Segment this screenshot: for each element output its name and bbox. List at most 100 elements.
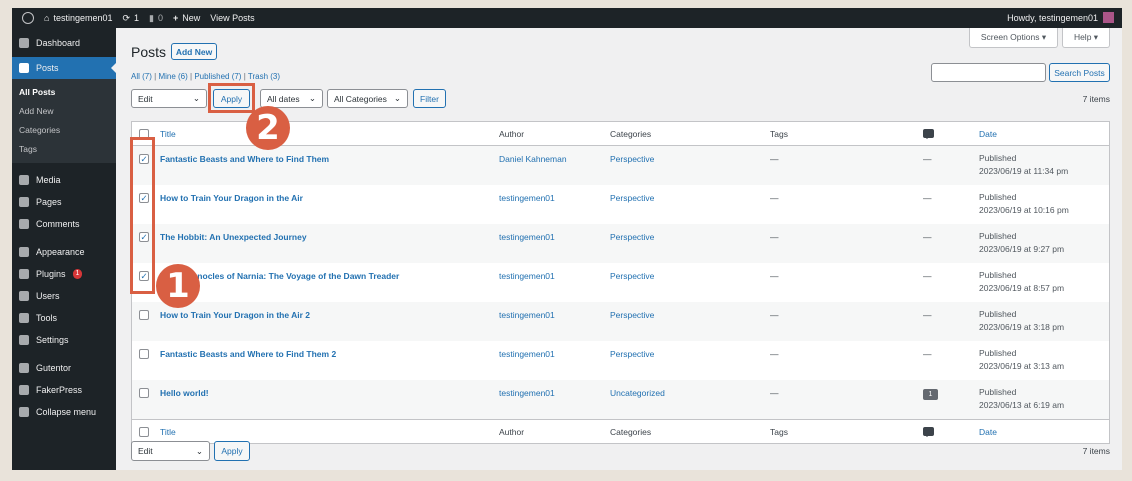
post-status-filters: All (7) | Mine (6) | Published (7) | Tra… — [131, 72, 281, 81]
column-title[interactable]: Title — [160, 129, 176, 139]
row-checkbox[interactable] — [139, 310, 149, 320]
post-title-link[interactable]: How to Train Your Dragon in the Air 2 — [160, 310, 310, 320]
bulk-action-select[interactable]: Edit ⌄ — [131, 89, 207, 108]
table-row: ✓ Fantastic Beasts and Where to Find The… — [132, 146, 1109, 185]
category-filter-select[interactable]: All Categories ⌄ — [327, 89, 408, 108]
comment-count: — — [923, 193, 932, 203]
menu-media[interactable]: Media — [12, 169, 116, 191]
menu-dashboard[interactable]: Dashboard — [12, 32, 116, 54]
category-link[interactable]: Perspective — [610, 310, 654, 320]
table-row: Fantastic Beasts and Where to Find Them … — [132, 341, 1109, 380]
menu-comments[interactable]: Comments — [12, 213, 116, 235]
table-row: ✓ The Hobbit: An Unexpected Journey test… — [132, 224, 1109, 263]
post-title-link[interactable]: Fantastic Beasts and Where to Find Them — [160, 154, 329, 164]
column-author-footer: Author — [499, 427, 525, 437]
submenu-all-posts[interactable]: All Posts — [12, 83, 116, 102]
submenu-categories[interactable]: Categories — [12, 121, 116, 140]
post-title-link[interactable]: How to Train Your Dragon in the Air — [160, 193, 303, 203]
column-categories-footer: Categories — [610, 427, 652, 437]
comments-link[interactable]: ▮ 0 — [149, 13, 163, 24]
filter-all[interactable]: All (7) — [131, 72, 152, 81]
menu-fakerpress[interactable]: FakerPress — [12, 379, 116, 401]
category-link[interactable]: Perspective — [610, 232, 654, 242]
plus-icon: + — [173, 13, 179, 23]
table-row: How to Train Your Dragon in the Air 2 te… — [132, 302, 1109, 341]
add-new-button[interactable]: Add New — [171, 43, 217, 60]
filter-button[interactable]: Filter — [413, 89, 446, 108]
fakerpress-icon — [19, 385, 29, 395]
search-input[interactable] — [931, 63, 1046, 82]
admin-bar: ⌂ testingemen01 ⟳ 1 ▮ 0 + New View Posts How… — [12, 8, 1122, 28]
annotation-step-1: 1 — [156, 264, 200, 308]
comment-count: — — [923, 349, 932, 359]
post-title-link[interactable]: Hello world! — [160, 388, 209, 398]
row-checkbox[interactable] — [139, 388, 149, 398]
menu-appearance[interactable]: Appearance — [12, 241, 116, 263]
post-date: Published 2023/06/19 at 9:27 pm — [979, 231, 1065, 254]
posts-submenu: All Posts Add New Categories Tags — [12, 79, 116, 163]
menu-tools[interactable]: Tools — [12, 307, 116, 329]
menu-settings[interactable]: Settings — [12, 329, 116, 351]
category-link[interactable]: Perspective — [610, 349, 654, 359]
menu-collapse-menu[interactable]: Collapse menu — [12, 401, 116, 423]
search-posts-button[interactable]: Search Posts — [1049, 63, 1110, 82]
row-checkbox[interactable] — [139, 349, 149, 359]
author-link[interactable]: testingemen01 — [499, 388, 555, 398]
tags-value: — — [770, 310, 779, 320]
category-link[interactable]: Perspective — [610, 154, 654, 164]
column-date[interactable]: Date — [979, 129, 997, 139]
column-date-footer[interactable]: Date — [979, 427, 997, 437]
chevron-down-icon: ⌄ — [192, 93, 200, 103]
author-link[interactable]: testingemen01 — [499, 271, 555, 281]
pin-icon — [19, 63, 29, 73]
site-link[interactable]: ⌂ testingemen01 — [44, 13, 112, 23]
comments-icon — [19, 219, 29, 229]
author-link[interactable]: testingemen01 — [499, 310, 555, 320]
post-title-link[interactable]: Fantastic Beasts and Where to Find Them … — [160, 349, 336, 359]
new-link[interactable]: + New — [173, 13, 200, 23]
author-link[interactable]: testingemen01 — [499, 232, 555, 242]
menu-users[interactable]: Users — [12, 285, 116, 307]
select-all-checkbox-footer[interactable] — [139, 427, 149, 437]
category-link[interactable]: Perspective — [610, 193, 654, 203]
screen-options-button[interactable]: Screen Options ▾ — [969, 28, 1058, 48]
home-icon: ⌂ — [44, 13, 50, 23]
submenu-add-new[interactable]: Add New — [12, 102, 116, 121]
author-link[interactable]: testingemen01 — [499, 193, 555, 203]
view-posts-link[interactable]: View Posts — [210, 13, 254, 23]
category-link[interactable]: Uncategorized — [610, 388, 665, 398]
help-button[interactable]: Help ▾ — [1062, 28, 1110, 48]
filter-trash[interactable]: Trash (3) — [248, 72, 280, 81]
menu-pages[interactable]: Pages — [12, 191, 116, 213]
apply-button-bottom[interactable]: Apply — [214, 441, 250, 461]
comment-count-bubble[interactable]: 1 — [923, 389, 938, 400]
wordpress-logo-icon[interactable] — [22, 12, 34, 24]
filter-published[interactable]: Published (7) — [194, 72, 241, 81]
tags-value: — — [770, 271, 779, 281]
wp-admin-window: ⌂ testingemen01 ⟳ 1 ▮ 0 + New View Posts How… — [12, 8, 1122, 470]
comment-icon — [923, 427, 934, 437]
author-link[interactable]: Daniel Kahneman — [499, 154, 567, 164]
plugins-icon — [19, 269, 29, 279]
users-icon — [19, 291, 29, 301]
chevron-down-icon: ⌄ — [393, 93, 401, 103]
post-date: Published 2023/06/19 at 3:13 am — [979, 348, 1065, 371]
bulk-action-select-bottom[interactable]: Edit ⌄ — [131, 441, 210, 461]
author-link[interactable]: testingemen01 — [499, 349, 555, 359]
updates-link[interactable]: ⟳ 1 — [122, 13, 139, 24]
category-link[interactable]: Perspective — [610, 271, 654, 281]
comment-count: — — [923, 154, 932, 164]
plugins-update-badge: 1 — [72, 269, 83, 279]
menu-posts[interactable]: Posts — [12, 57, 116, 79]
menu-plugins[interactable]: Plugins 1 — [12, 263, 116, 285]
post-title-link[interactable]: The Hobbit: An Unexpected Journey — [160, 232, 307, 242]
annotation-apply-highlight — [208, 83, 255, 113]
tags-value: — — [770, 349, 779, 359]
chevron-down-icon: ⌄ — [195, 445, 203, 456]
menu-gutentor[interactable]: Gutentor — [12, 357, 116, 379]
submenu-tags[interactable]: Tags — [12, 140, 116, 159]
dashboard-icon — [19, 38, 29, 48]
column-title-footer[interactable]: Title — [160, 427, 176, 437]
account-menu[interactable]: Howdy, testingemen01 — [1007, 12, 1114, 23]
filter-mine[interactable]: Mine (6) — [158, 72, 187, 81]
